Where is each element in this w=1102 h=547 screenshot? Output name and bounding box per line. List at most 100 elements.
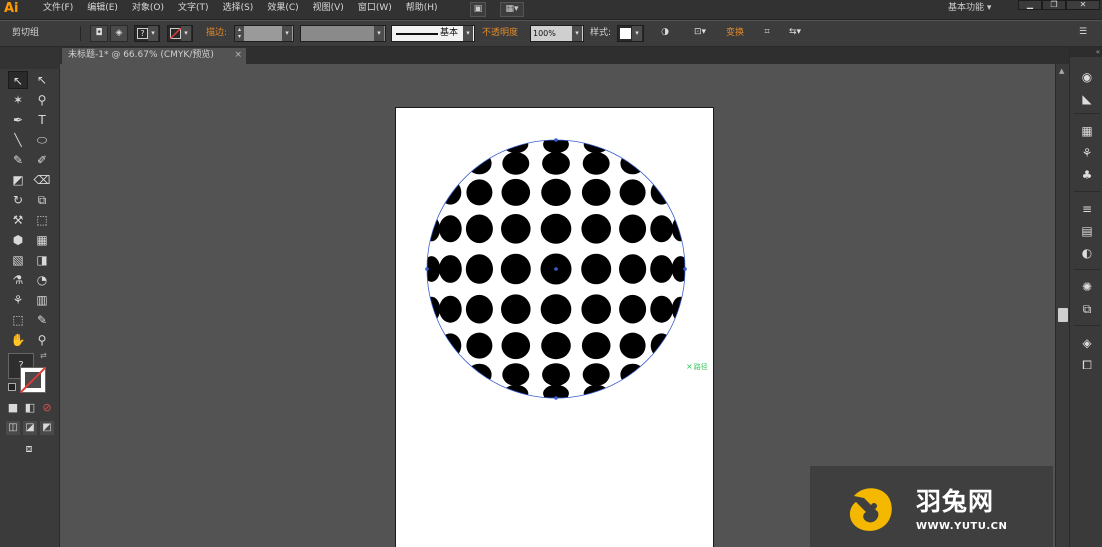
edit-group-icon[interactable]: ◈ [110,25,128,42]
anchor-point[interactable] [554,267,558,271]
scroll-up-icon[interactable]: ▲ [1059,67,1064,75]
draw-normal-icon[interactable]: ◫ [6,421,20,435]
draw-inside-icon[interactable]: ◩ [40,421,54,435]
pencil-tool-icon[interactable]: ✐ [32,151,52,169]
color-panel-icon[interactable]: ◉ [1079,69,1095,85]
column-graph-tool-icon[interactable]: ▥ [32,291,52,309]
anchor-point[interactable] [683,267,687,271]
app-logo: Ai [4,1,19,16]
appearance-panel-icon[interactable]: ✺ [1079,279,1095,295]
variable-width-dropdown[interactable]: ▾ [300,25,386,42]
ellipse-tool-icon[interactable]: ⬭ [32,131,52,149]
minimize-button[interactable]: ▁ [1018,0,1042,10]
hand-tool-icon[interactable]: ✋ [8,331,28,349]
brush-definition-dropdown[interactable]: 基本 ▾ [391,25,475,42]
color-guide-panel-icon[interactable]: ◣ [1079,91,1095,107]
width-tool-icon[interactable]: ⚒ [8,211,28,229]
arrange-documents-icon[interactable]: ▦▾ [500,2,524,17]
halftone-dot [503,384,529,398]
recolor-artwork-icon[interactable]: ◑ [656,25,674,42]
menu-select[interactable]: 选择(S) [216,0,261,19]
document-tab[interactable]: 未标题-1* @ 66.67% (CMYK/预览) × [62,48,246,64]
eyedropper-tool-icon[interactable]: ⚗ [8,271,28,289]
stroke-panel-icon[interactable]: ≡ [1079,201,1095,217]
anchor-point[interactable] [425,267,429,271]
artboards-panel-icon[interactable]: ⧠ [1079,357,1095,373]
line-tool-icon[interactable]: ╲ [8,131,28,149]
screen-mode-icon[interactable]: ⧈ [18,441,40,457]
scale-tool-icon[interactable]: ⧉ [32,191,52,209]
gradient-mode-icon[interactable]: ◧ [23,401,37,415]
menu-file[interactable]: 文件(F) [36,0,80,19]
type-tool-icon[interactable]: T [32,111,52,129]
align-options-icon[interactable]: ⊡▾ [688,25,712,42]
isolate-group-icon[interactable]: ◘ [90,25,108,42]
transparency-panel-icon[interactable]: ◐ [1079,245,1095,261]
blob-brush-tool-icon[interactable]: ◩ [8,171,28,189]
stroke-weight-field[interactable]: ▴ ▾ ▾ [234,25,294,42]
symbols-panel-icon[interactable]: ♣ [1079,167,1095,183]
artboard-tool-icon[interactable]: ⬚ [8,311,28,329]
menu-view[interactable]: 视图(V) [306,0,351,19]
direct-selection-tool-icon[interactable]: ↖ [32,71,52,89]
blend-tool-icon[interactable]: ◔ [32,271,52,289]
stroke-weight-stepper[interactable]: ▴ ▾ [235,26,244,41]
transform-label[interactable]: 变换 [726,21,744,46]
none-mode-icon[interactable]: ⊘ [40,401,54,415]
color-mode-icon[interactable]: ■ [6,401,20,415]
gradient-panel-icon[interactable]: ▤ [1079,223,1095,239]
anchor-point[interactable] [554,396,558,400]
menu-effect[interactable]: 效果(C) [260,0,305,19]
restore-button[interactable]: ❐ [1042,0,1066,10]
opacity-field[interactable]: 100% ▾ [530,25,584,42]
eraser-tool-icon[interactable]: ⌫ [32,171,52,189]
menu-edit[interactable]: 编辑(E) [80,0,125,19]
menu-object[interactable]: 对象(O) [125,0,171,19]
menu-type[interactable]: 文字(T) [171,0,216,19]
magic-wand-tool-icon[interactable]: ✶ [8,91,28,109]
stroke-label[interactable]: 描边: [206,21,227,46]
halftone-dot [650,215,673,243]
halftone-dot [439,215,462,243]
swap-colors-icon[interactable]: ⇄ [40,351,50,361]
default-colors-icon[interactable] [8,383,16,391]
graphic-styles-panel-icon[interactable]: ⧉ [1079,301,1095,317]
draw-behind-icon[interactable]: ◪ [23,421,37,435]
graphic-style-dropdown[interactable]: ▾ [617,25,644,42]
layers-panel-icon[interactable]: ◈ [1079,335,1095,351]
tools-panel-grip[interactable] [0,47,60,69]
close-icon[interactable]: × [234,48,242,63]
close-button[interactable]: ✕ [1066,0,1100,10]
workspace-switcher[interactable]: 基本功能 ▾ [948,0,991,19]
separator [1074,269,1100,270]
pen-tool-icon[interactable]: ✒ [8,111,28,129]
bridge-icon[interactable]: ▣ [470,2,486,17]
rotate-tool-icon[interactable]: ↻ [8,191,28,209]
vertical-scrollbar[interactable]: ▲ [1055,64,1069,547]
panel-menu-icon[interactable]: ☰ [1074,25,1092,42]
menu-window[interactable]: 窗口(W) [351,0,399,19]
scrollbar-thumb[interactable] [1058,308,1068,322]
mesh-tool-icon[interactable]: ▧ [8,251,28,269]
opacity-label[interactable]: 不透明度 [482,21,518,46]
lasso-tool-icon[interactable]: ⚲ [32,91,52,109]
collapse-dock-icon[interactable]: « [1070,47,1102,57]
paintbrush-tool-icon[interactable]: ✎ [8,151,28,169]
menu-help[interactable]: 帮助(H) [399,0,445,19]
isolate-icon[interactable]: ⇆▾ [782,25,808,42]
fill-color-dropdown[interactable]: ? ▾ [134,25,160,42]
symbol-sprayer-tool-icon[interactable]: ⚘ [8,291,28,309]
slice-tool-icon[interactable]: ✎ [32,311,52,329]
stroke-color-dropdown[interactable]: ▾ [167,25,193,42]
stroke-swatch[interactable] [20,367,46,393]
perspective-grid-tool-icon[interactable]: ▦ [32,231,52,249]
shape-builder-tool-icon[interactable]: ⬢ [8,231,28,249]
anchor-point[interactable] [554,138,558,142]
selection-tool-icon[interactable]: ↖ [8,71,28,89]
brushes-panel-icon[interactable]: ⚘ [1079,145,1095,161]
gradient-tool-icon[interactable]: ◨ [32,251,52,269]
zoom-tool-icon[interactable]: ⚲ [32,331,52,349]
transform-bounds-icon[interactable]: ⌗ [758,25,776,42]
free-transform-tool-icon[interactable]: ⬚ [32,211,52,229]
swatches-panel-icon[interactable]: ▦ [1079,123,1095,139]
